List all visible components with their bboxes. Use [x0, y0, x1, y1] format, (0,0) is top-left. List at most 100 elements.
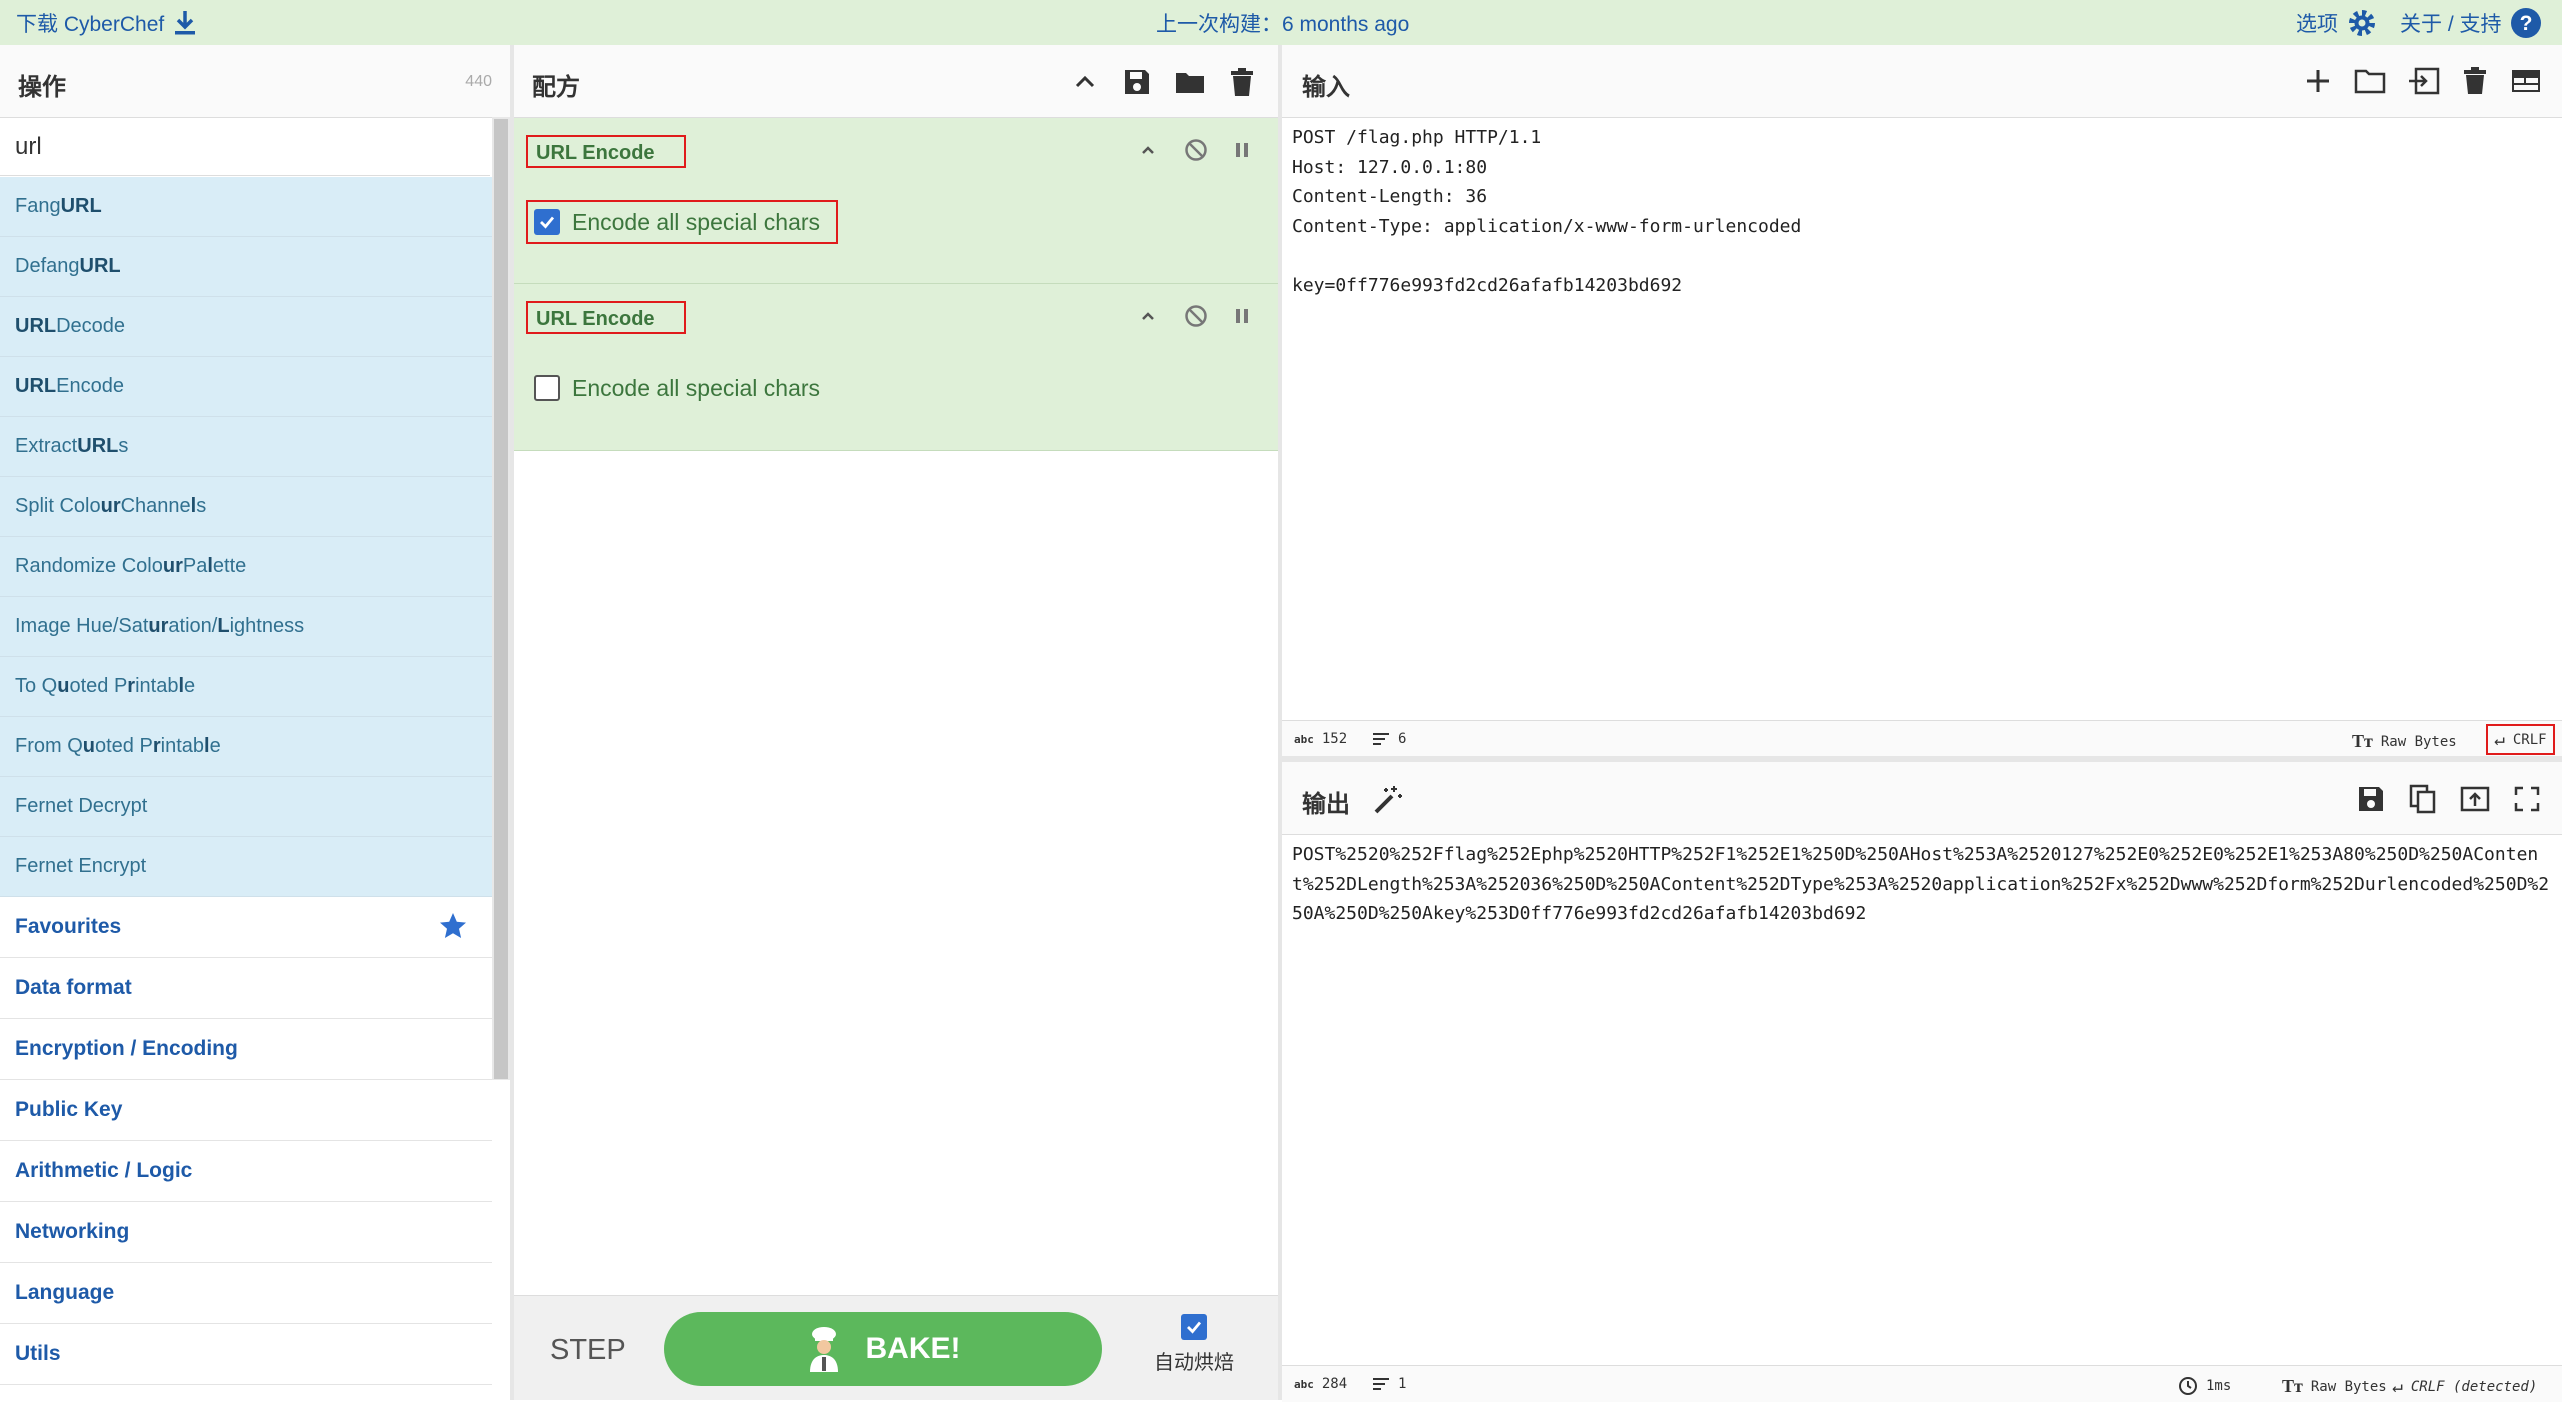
output-eol: CRLF (detected)	[2410, 1378, 2538, 1395]
lines-icon	[1373, 733, 1389, 745]
operation-name-part: Pa	[182, 555, 208, 577]
checkbox[interactable]	[534, 375, 560, 401]
recipe-operation-2[interactable]: URL Encode Encode all special chars	[514, 284, 1278, 451]
breakpoint-icon[interactable]	[1234, 140, 1250, 160]
copy-output-icon[interactable]	[2408, 784, 2438, 814]
operations-scrollbar[interactable]	[492, 117, 510, 1080]
operation-name-part: Extract	[15, 435, 78, 457]
layout-icon[interactable]	[2510, 67, 2542, 95]
operation-result-item[interactable]: Fernet Decrypt	[0, 777, 492, 837]
clear-input-icon[interactable]	[2462, 67, 2488, 95]
recipe-header: 配方	[514, 45, 1278, 118]
options-link[interactable]: 选项	[2296, 0, 2378, 45]
open-folder-icon[interactable]	[2354, 67, 2386, 95]
magic-wand-icon[interactable]	[1372, 784, 1404, 816]
operation-name-part: From Q	[15, 735, 83, 757]
category-networking[interactable]: Networking	[0, 1202, 492, 1263]
input-lines: 6	[1398, 731, 1407, 747]
operation-name-part: intab	[160, 735, 204, 757]
operation-result-item[interactable]: Fernet Encrypt	[0, 837, 492, 897]
last-build-text: 上一次构建：6 months ago	[1156, 12, 1410, 36]
operation-result-item[interactable]: Image Hue/Sat ur ation/Lightness	[0, 597, 492, 657]
load-recipe-icon[interactable]	[1174, 67, 1206, 97]
operations-count: 440	[465, 73, 492, 90]
match-highlight: ur	[162, 555, 183, 577]
operation-result-item[interactable]: URL Decode	[0, 297, 492, 357]
output-eol-selector[interactable]: ↵ CRLF (detected)	[2392, 1376, 2537, 1397]
auto-bake-toggle[interactable]: 自动烘焙	[1154, 1314, 1234, 1375]
operation-name-part: Fernet Decrypt	[15, 795, 148, 817]
bake-label: BAKE!	[865, 1332, 961, 1365]
return-icon: ↵	[2392, 1376, 2403, 1397]
match-highlight: L	[217, 615, 230, 637]
operation-result-item[interactable]: URL Encode	[0, 357, 492, 417]
save-output-icon[interactable]	[2356, 784, 2386, 814]
disable-icon[interactable]	[1184, 304, 1208, 328]
category-favourites[interactable]: Favourites	[0, 897, 492, 958]
svg-text:?: ?	[2519, 12, 2532, 35]
operation-name-part: s	[196, 495, 207, 517]
auto-bake-checkbox[interactable]	[1181, 1314, 1207, 1340]
input-header: 输入	[1282, 45, 2562, 118]
disable-icon[interactable]	[1184, 138, 1208, 162]
match-highlight: URL	[79, 255, 121, 277]
return-icon: ↵	[2494, 729, 2505, 750]
text-format-icon: Tт	[2282, 1376, 2303, 1396]
category-data-format[interactable]: Data format	[0, 958, 492, 1019]
category-arithmetic-logic[interactable]: Arithmetic / Logic	[0, 1141, 492, 1202]
operation-name-part: ette	[212, 555, 247, 577]
input-encoding[interactable]: Raw Bytes	[2381, 734, 2457, 750]
breakpoint-icon[interactable]	[1234, 306, 1250, 326]
recipe-operation-1[interactable]: URL Encode Encode all special chars	[514, 118, 1278, 284]
help-icon: ?	[2510, 7, 2541, 38]
category-encryption-encoding[interactable]: Encryption / Encoding	[0, 1019, 492, 1080]
operation-result-item[interactable]: Extract URL s	[0, 417, 492, 477]
open-file-icon[interactable]	[2408, 67, 2440, 95]
encode-special-chars-option[interactable]: Encode all special chars	[526, 200, 839, 244]
save-recipe-icon[interactable]	[1122, 67, 1152, 97]
category-utils[interactable]: Utils	[0, 1324, 492, 1385]
category-label: Networking	[15, 1220, 130, 1243]
category-language[interactable]: Language	[0, 1263, 492, 1324]
input-textarea[interactable]: POST /flag.php HTTP/1.1 Host: 127.0.0.1:…	[1292, 123, 1801, 300]
operation-name-part: e	[184, 675, 196, 697]
chevron-up-icon[interactable]	[1138, 140, 1158, 160]
download-icon	[175, 10, 196, 34]
clear-recipe-icon[interactable]	[1228, 67, 1256, 97]
step-button[interactable]: STEP	[550, 1334, 626, 1367]
add-tab-icon[interactable]	[2304, 67, 2332, 95]
operation-result-item[interactable]: Fang URL	[0, 177, 492, 237]
category-label: Utils	[15, 1342, 61, 1365]
operation-result-item[interactable]: To Qu oted Pr intab l e	[0, 657, 492, 717]
output-text[interactable]: POST%2520%252Fflag%252Ephp%2520HTTP%252F…	[1292, 840, 2552, 929]
operation-result-item[interactable]: From Qu oted Pr intab l e	[0, 717, 492, 777]
output-encoding[interactable]: Raw Bytes	[2311, 1379, 2387, 1395]
operation-result-item[interactable]: Defang URL	[0, 237, 492, 297]
operation-name-part: Decode	[56, 315, 126, 337]
input-status-bar: abc 152 6 Tт Raw Bytes ↵ CRLF	[1282, 720, 2562, 757]
download-label: 下载 CyberChef	[16, 12, 165, 36]
category-label: Arithmetic / Logic	[15, 1159, 193, 1182]
maximise-icon[interactable]	[2512, 784, 2542, 814]
bake-button[interactable]: BAKE!	[664, 1312, 1102, 1386]
operation-name-part: ation/	[168, 615, 218, 637]
lines-icon	[1373, 1378, 1389, 1390]
chevron-up-icon[interactable]	[1070, 67, 1100, 97]
operation-result-item[interactable]: Randomize Colo ur Pa l ette	[0, 537, 492, 597]
download-link[interactable]: 下载 CyberChef	[16, 0, 198, 45]
options-label: 选项	[2296, 12, 2338, 36]
checkbox[interactable]	[534, 209, 560, 235]
input-eol-selector[interactable]: ↵ CRLF	[2486, 724, 2555, 755]
input-title: 输入	[1302, 74, 1350, 101]
encode-special-chars-option[interactable]: Encode all special chars	[526, 366, 820, 410]
about-link[interactable]: 关于 / 支持 ?	[2400, 0, 2542, 45]
operation-name-part: ightness	[229, 615, 305, 637]
category-public-key[interactable]: Public Key	[0, 1080, 492, 1141]
replace-input-icon[interactable]	[2460, 784, 2490, 814]
operations-search-input[interactable]	[0, 118, 490, 176]
scrollbar-thumb[interactable]	[494, 119, 508, 1079]
operation-name-part: s	[118, 435, 129, 457]
operation-result-item[interactable]: Split Colo ur Channe l s	[0, 477, 492, 537]
chevron-up-icon[interactable]	[1138, 306, 1158, 326]
match-highlight: r	[127, 675, 136, 697]
